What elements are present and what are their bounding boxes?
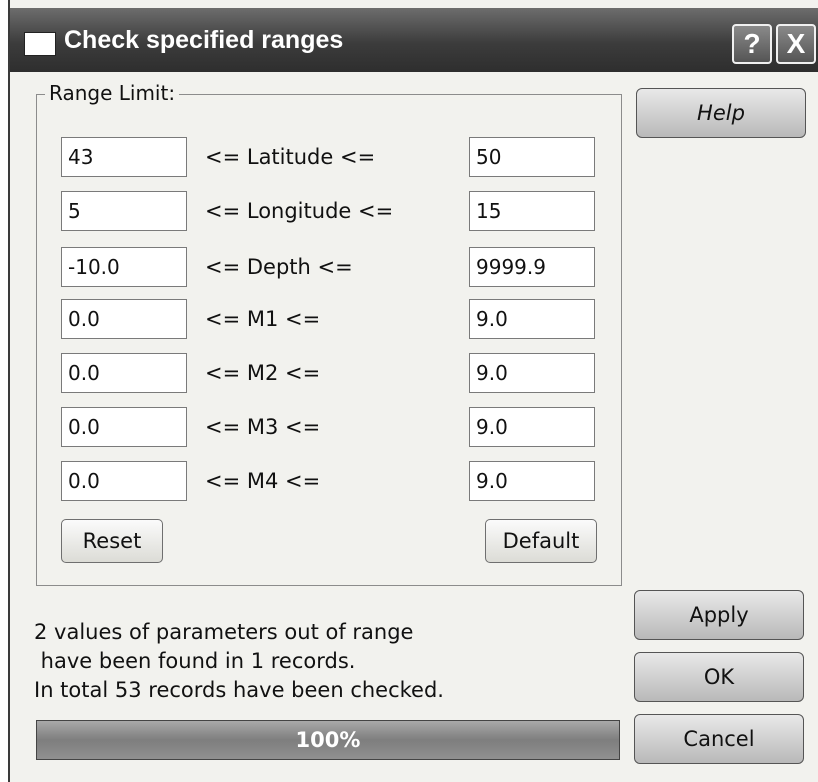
depth-max-input[interactable]: 9999.9 (469, 247, 595, 287)
dialog-window: Check specified ranges ? X Range Limit: … (8, 0, 818, 782)
help-button[interactable]: Help (636, 88, 806, 138)
m4-min-input[interactable]: 0.0 (61, 461, 187, 501)
m1-min-input[interactable]: 0.0 (61, 299, 187, 339)
latitude-max-input[interactable]: 50 (469, 137, 595, 177)
apply-button[interactable]: Apply (634, 590, 804, 640)
status-message: 2 values of parameters out of range have… (34, 618, 444, 705)
cancel-button[interactable]: Cancel (634, 714, 804, 764)
m4-max-input[interactable]: 9.0 (469, 461, 595, 501)
close-icon[interactable]: X (776, 24, 816, 64)
m2-min-input[interactable]: 0.0 (61, 353, 187, 393)
longitude-min-input[interactable]: 5 (61, 191, 187, 231)
range-limit-label: Range Limit: (45, 81, 180, 105)
depth-condition-label: <= Depth <= (205, 255, 353, 279)
status-line-1: 2 values of parameters out of range (34, 620, 414, 644)
progress-label: 100% (295, 728, 361, 752)
default-button[interactable]: Default (485, 519, 597, 563)
progress-bar: 100% (36, 720, 620, 760)
m3-condition-label: <= M3 <= (205, 415, 321, 439)
m3-min-input[interactable]: 0.0 (61, 407, 187, 447)
m1-condition-label: <= M1 <= (205, 307, 321, 331)
ok-button[interactable]: OK (634, 652, 804, 702)
help-question-icon[interactable]: ? (732, 24, 772, 64)
depth-min-input[interactable]: -10.0 (61, 247, 187, 287)
m1-max-input[interactable]: 9.0 (469, 299, 595, 339)
status-line-2: have been found in 1 records. (34, 649, 356, 673)
window-title: Check specified ranges (64, 26, 344, 54)
m2-condition-label: <= M2 <= (205, 361, 321, 385)
title-bar[interactable]: Check specified ranges ? X (10, 8, 818, 72)
latitude-condition-label: <= Latitude <= (205, 145, 376, 169)
m2-max-input[interactable]: 9.0 (469, 353, 595, 393)
window-icon (24, 32, 56, 56)
longitude-condition-label: <= Longitude <= (205, 199, 394, 223)
m3-max-input[interactable]: 9.0 (469, 407, 595, 447)
reset-button[interactable]: Reset (61, 519, 163, 563)
m4-condition-label: <= M4 <= (205, 469, 321, 493)
range-limit-group: Range Limit: 43 <= Latitude <= 50 5 <= L… (36, 81, 622, 586)
longitude-max-input[interactable]: 15 (469, 191, 595, 231)
status-line-3: In total 53 records have been checked. (34, 678, 444, 702)
latitude-min-input[interactable]: 43 (61, 137, 187, 177)
